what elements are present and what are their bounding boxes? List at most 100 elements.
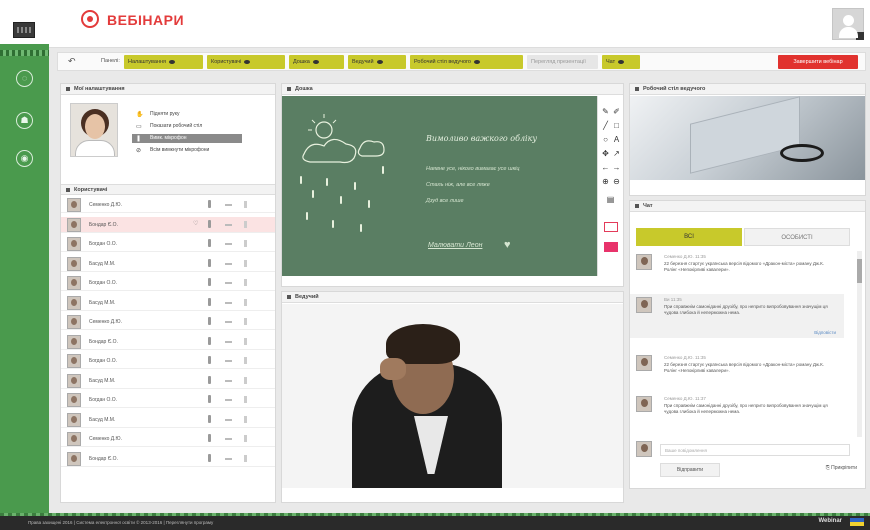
kick-user-icon[interactable] xyxy=(244,279,247,286)
user-row[interactable]: Семенко Д.Ю. xyxy=(61,197,275,213)
kick-user-icon[interactable] xyxy=(244,318,247,325)
stroke-color-swatch[interactable] xyxy=(604,222,618,232)
user-row[interactable]: Басуд М.М. xyxy=(61,256,275,272)
camera-icon[interactable] xyxy=(225,360,232,362)
settings-icon[interactable]: ◉ xyxy=(16,150,33,167)
reply-link[interactable]: Відповісти xyxy=(814,330,836,335)
chat-bubble-icon[interactable]: ◌ xyxy=(16,70,33,87)
monitor-icon: ▭ xyxy=(136,124,142,130)
kick-user-icon[interactable] xyxy=(244,415,247,423)
camera-icon[interactable] xyxy=(225,418,232,421)
attach-button[interactable]: ⎘ Прикріпити xyxy=(826,465,857,471)
chat-scrollbar[interactable] xyxy=(857,251,862,437)
text-icon[interactable]: A xyxy=(611,134,622,145)
camera-icon[interactable] xyxy=(225,262,232,265)
kick-user-icon[interactable] xyxy=(244,220,247,228)
camera-icon[interactable] xyxy=(225,282,232,284)
camera-icon[interactable] xyxy=(225,321,232,323)
send-button[interactable]: Відправити xyxy=(660,463,720,477)
kick-user-icon[interactable] xyxy=(244,435,247,442)
camera-icon[interactable] xyxy=(225,457,232,460)
user-row[interactable]: Басуд М.М. xyxy=(61,373,275,389)
share-desktop-option[interactable]: ▭ Показати робочий стіл xyxy=(132,122,242,131)
redo-icon[interactable]: → xyxy=(611,162,622,173)
kick-user-icon[interactable] xyxy=(244,240,247,247)
microphone-icon[interactable] xyxy=(208,317,211,325)
user-row[interactable]: Богдан О.О. xyxy=(61,236,275,252)
app-logo[interactable] xyxy=(0,0,49,48)
microphone-icon[interactable] xyxy=(208,356,211,364)
ellipse-icon[interactable]: ○ xyxy=(600,134,611,145)
kick-user-icon[interactable] xyxy=(244,357,247,364)
microphone-icon[interactable] xyxy=(208,297,211,306)
camera-icon[interactable] xyxy=(225,204,232,206)
kick-user-icon[interactable] xyxy=(244,376,247,384)
marker-icon[interactable]: ✐ xyxy=(611,106,622,117)
user-row[interactable]: Семенко Д.Ю. xyxy=(61,431,275,447)
user-row[interactable]: Басуд М.М. xyxy=(61,412,275,428)
microphone-icon[interactable] xyxy=(208,453,211,462)
board-link[interactable]: Малювати Леон xyxy=(428,242,482,249)
user-row[interactable]: Богдан О.О. xyxy=(61,275,275,291)
user-row[interactable]: Бондар Є.О. xyxy=(61,334,275,350)
tab-all[interactable]: ВСІ xyxy=(636,228,742,246)
people-icon[interactable]: ☗ xyxy=(16,112,33,129)
microphone-icon[interactable] xyxy=(208,239,211,247)
camera-icon[interactable] xyxy=(225,399,232,401)
move-icon[interactable]: ✥ xyxy=(600,148,611,159)
kick-user-icon[interactable] xyxy=(244,201,247,208)
tab-private[interactable]: ОСОБИСТІ xyxy=(744,228,850,246)
undo-icon[interactable]: ← xyxy=(600,162,611,173)
toggle-chat-panel[interactable]: Чат xyxy=(602,55,640,69)
zoom-out-icon[interactable]: ⊖ xyxy=(611,176,622,187)
line-icon[interactable]: ╱ xyxy=(600,120,611,131)
toggle-settings-panel[interactable]: Налаштування xyxy=(124,55,203,69)
kick-user-icon[interactable] xyxy=(244,396,247,403)
kick-user-icon[interactable] xyxy=(244,337,247,345)
camera-icon[interactable] xyxy=(225,340,232,343)
microphone-icon[interactable] xyxy=(208,336,211,345)
kick-user-icon[interactable] xyxy=(244,259,247,267)
camera-icon[interactable] xyxy=(225,243,232,245)
microphone-icon[interactable] xyxy=(208,258,211,267)
camera-icon[interactable] xyxy=(225,438,232,440)
toggle-presenter-panel[interactable]: Ведучий xyxy=(348,55,406,69)
whiteboard-canvas[interactable]: Вимоливо важкого обліку Наявне усе, ніко… xyxy=(282,96,598,276)
camera-icon[interactable] xyxy=(225,301,232,304)
camera-icon[interactable] xyxy=(225,379,232,382)
user-row[interactable]: Бондар Є.О. xyxy=(61,451,275,467)
kick-user-icon[interactable] xyxy=(244,298,247,306)
rectangle-icon[interactable]: □ xyxy=(611,120,622,131)
user-row[interactable]: Богдан О.О. xyxy=(61,353,275,369)
user-row[interactable]: Богдан О.О. xyxy=(61,392,275,408)
kick-user-icon[interactable] xyxy=(244,454,247,462)
user-row[interactable]: Бондар Є.О. ♡ xyxy=(61,216,275,233)
mute-all-option[interactable]: ⊘ Всім вимкнути мікрофони xyxy=(132,146,242,155)
toggle-presentation-panel[interactable]: Перегляд презентації xyxy=(527,55,598,69)
user-row[interactable]: Басуд М.М. xyxy=(61,295,275,311)
arrow-icon[interactable]: ↗ xyxy=(611,148,622,159)
microphone-icon[interactable] xyxy=(208,395,211,403)
chat-input[interactable]: Ваше повідомлення xyxy=(660,444,850,456)
back-arrow-icon[interactable]: ↶ xyxy=(68,56,76,67)
user-row[interactable]: Семенко Д.Ю. xyxy=(61,314,275,330)
toggle-board-panel[interactable]: Дошка xyxy=(289,55,344,69)
mute-mic-option[interactable]: ❚ Вимк. мікрофон xyxy=(132,134,242,143)
microphone-icon[interactable] xyxy=(208,375,211,384)
fill-color-swatch[interactable] xyxy=(604,242,618,252)
toggle-users-panel[interactable]: Користувачі xyxy=(207,55,285,69)
microphone-icon[interactable] xyxy=(208,219,211,228)
end-webinar-button[interactable]: Завершити вебінар xyxy=(778,55,858,69)
camera-icon[interactable] xyxy=(225,223,232,226)
fill-icon[interactable]: ▤ xyxy=(605,194,616,205)
scroll-thumb[interactable] xyxy=(857,259,862,283)
toggle-workspace-panel[interactable]: Робочий стіл ведучого xyxy=(410,55,523,69)
microphone-icon[interactable] xyxy=(208,434,211,442)
user-avatar[interactable] xyxy=(832,8,864,40)
microphone-icon[interactable] xyxy=(208,200,211,208)
microphone-icon[interactable] xyxy=(208,414,211,423)
zoom-in-icon[interactable]: ⊕ xyxy=(600,176,611,187)
microphone-icon[interactable] xyxy=(208,278,211,286)
pencil-icon[interactable]: ✎ xyxy=(600,106,611,117)
raise-hand-option[interactable]: ✋ Підняти руку xyxy=(132,110,242,119)
